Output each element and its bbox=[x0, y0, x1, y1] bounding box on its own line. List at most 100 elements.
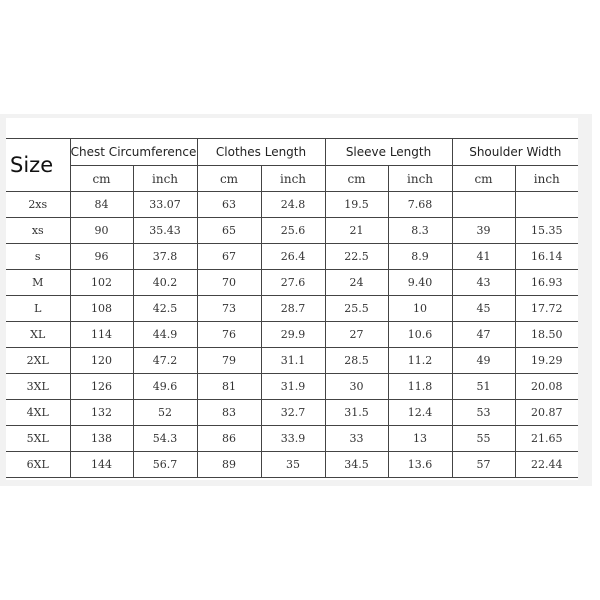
value-cell: 21 bbox=[324, 217, 389, 244]
value-cell: 52 bbox=[132, 399, 198, 426]
header-sleeve-length: Sleeve Length bbox=[324, 138, 453, 166]
value-cell: 24.8 bbox=[260, 191, 326, 218]
value-cell: 28.7 bbox=[260, 295, 326, 322]
value-cell: 19.5 bbox=[324, 191, 389, 218]
value-cell: 26.4 bbox=[260, 243, 326, 270]
value-cell: 16.14 bbox=[514, 243, 579, 270]
value-cell: 31.5 bbox=[324, 399, 389, 426]
value-cell: 33.07 bbox=[132, 191, 198, 218]
value-cell: 32.7 bbox=[260, 399, 326, 426]
size-cell: 2xs bbox=[6, 191, 71, 218]
value-cell: 65 bbox=[196, 217, 262, 244]
value-cell: 11.2 bbox=[387, 347, 453, 374]
table-row: 2XL 120 47.2 79 31.1 28.5 11.2 49 19.29 bbox=[6, 347, 579, 374]
value-cell: 42.5 bbox=[132, 295, 198, 322]
value-cell: 45 bbox=[451, 295, 516, 322]
header-chest: Chest Circumference bbox=[69, 138, 198, 166]
unit-header: inch bbox=[132, 165, 198, 192]
value-cell: 53 bbox=[451, 399, 516, 426]
value-cell: 55 bbox=[451, 425, 516, 452]
value-cell: 79 bbox=[196, 347, 262, 374]
value-cell: 96 bbox=[69, 243, 134, 270]
unit-header: cm bbox=[69, 165, 134, 192]
value-cell: 17.72 bbox=[514, 295, 579, 322]
size-cell: 5XL bbox=[6, 425, 71, 452]
value-cell: 13 bbox=[387, 425, 453, 452]
table-row: 2xs 84 33.07 63 24.8 19.5 7.68 bbox=[6, 191, 579, 218]
value-cell: 7.68 bbox=[387, 191, 453, 218]
unit-header: cm bbox=[324, 165, 389, 192]
value-cell: 132 bbox=[69, 399, 134, 426]
value-cell: 83 bbox=[196, 399, 262, 426]
value-cell: 20.87 bbox=[514, 399, 579, 426]
value-cell: 54.3 bbox=[132, 425, 198, 452]
value-cell: 41 bbox=[451, 243, 516, 270]
value-cell: 43 bbox=[451, 269, 516, 296]
value-cell: 47.2 bbox=[132, 347, 198, 374]
value-cell: 86 bbox=[196, 425, 262, 452]
value-cell: 35.43 bbox=[132, 217, 198, 244]
value-cell: 51 bbox=[451, 373, 516, 400]
value-cell: 114 bbox=[69, 321, 134, 348]
value-cell: 102 bbox=[69, 269, 134, 296]
header-shoulder-width: Shoulder Width bbox=[451, 138, 579, 166]
value-cell: 22.5 bbox=[324, 243, 389, 270]
value-cell: 37.8 bbox=[132, 243, 198, 270]
table-row: M 102 40.2 70 27.6 24 9.40 43 16.93 bbox=[6, 269, 579, 296]
value-cell bbox=[451, 191, 516, 218]
table-row: 3XL 126 49.6 81 31.9 30 11.8 51 20.08 bbox=[6, 373, 579, 400]
value-cell: 29.9 bbox=[260, 321, 326, 348]
value-cell: 25.6 bbox=[260, 217, 326, 244]
value-cell: 33 bbox=[324, 425, 389, 452]
value-cell: 20.08 bbox=[514, 373, 579, 400]
value-cell: 15.35 bbox=[514, 217, 579, 244]
value-cell: 90 bbox=[69, 217, 134, 244]
value-cell: 30 bbox=[324, 373, 389, 400]
value-cell: 25.5 bbox=[324, 295, 389, 322]
value-cell: 10.6 bbox=[387, 321, 453, 348]
value-cell: 18.50 bbox=[514, 321, 579, 348]
value-cell: 13.6 bbox=[387, 451, 453, 478]
table-row: 5XL 138 54.3 86 33.9 33 13 55 21.65 bbox=[6, 425, 579, 452]
value-cell: 34.5 bbox=[324, 451, 389, 478]
value-cell: 89 bbox=[196, 451, 262, 478]
value-cell: 120 bbox=[69, 347, 134, 374]
value-cell: 63 bbox=[196, 191, 262, 218]
header-row-groups: Size Chest Circumference Clothes Length … bbox=[6, 138, 579, 192]
value-cell: 81 bbox=[196, 373, 262, 400]
header-row-units: cm inch cm inch cm inch cm inch bbox=[6, 165, 579, 192]
table-row: 4XL 132 52 83 32.7 31.5 12.4 53 20.87 bbox=[6, 399, 579, 426]
size-cell: 2XL bbox=[6, 347, 71, 374]
unit-header: cm bbox=[451, 165, 516, 192]
value-cell: 33.9 bbox=[260, 425, 326, 452]
size-header: Size bbox=[6, 138, 71, 192]
value-cell: 22.44 bbox=[514, 451, 579, 478]
value-cell: 8.9 bbox=[387, 243, 453, 270]
value-cell: 44.9 bbox=[132, 321, 198, 348]
value-cell: 9.40 bbox=[387, 269, 453, 296]
value-cell: 16.93 bbox=[514, 269, 579, 296]
size-cell: XL bbox=[6, 321, 71, 348]
value-cell: 10 bbox=[387, 295, 453, 322]
value-cell: 57 bbox=[451, 451, 516, 478]
value-cell: 56.7 bbox=[132, 451, 198, 478]
value-cell: 24 bbox=[324, 269, 389, 296]
value-cell: 31.9 bbox=[260, 373, 326, 400]
value-cell: 108 bbox=[69, 295, 134, 322]
value-cell: 31.1 bbox=[260, 347, 326, 374]
unit-header: inch bbox=[260, 165, 326, 192]
value-cell: 138 bbox=[69, 425, 134, 452]
table-row: 6XL 144 56.7 89 35 34.5 13.6 57 22.44 bbox=[6, 451, 579, 478]
value-cell: 40.2 bbox=[132, 269, 198, 296]
value-cell: 11.8 bbox=[387, 373, 453, 400]
value-cell: 67 bbox=[196, 243, 262, 270]
unit-header: cm bbox=[196, 165, 262, 192]
value-cell bbox=[514, 191, 579, 218]
table-row: XL 114 44.9 76 29.9 27 10.6 47 18.50 bbox=[6, 321, 579, 348]
value-cell: 73 bbox=[196, 295, 262, 322]
value-cell: 49.6 bbox=[132, 373, 198, 400]
value-cell: 76 bbox=[196, 321, 262, 348]
value-cell: 21.65 bbox=[514, 425, 579, 452]
header-clothes-length: Clothes Length bbox=[196, 138, 326, 166]
value-cell: 84 bbox=[69, 191, 134, 218]
